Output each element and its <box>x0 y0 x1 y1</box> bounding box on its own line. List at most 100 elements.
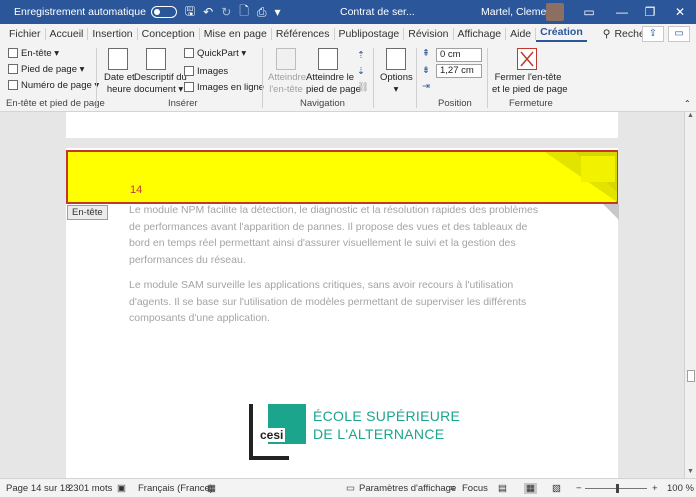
online-images-icon <box>184 82 194 93</box>
document-info-icon[interactable] <box>146 48 166 70</box>
avatar[interactable] <box>546 3 564 21</box>
page-number-field[interactable]: 14 <box>130 184 142 196</box>
ribbon-display-options-icon[interactable]: ▭ <box>575 0 603 24</box>
footer-from-bottom-input[interactable]: 1,27 cm <box>436 64 482 78</box>
options-button[interactable]: Options ▾ <box>380 72 413 96</box>
scroll-up-icon[interactable]: ▲ <box>687 112 694 119</box>
comments-icon[interactable]: ▭ <box>668 26 690 42</box>
footer-icon <box>8 64 18 75</box>
atteindre-pied-button[interactable]: Atteindre le pied de page <box>306 72 361 96</box>
group-separator <box>487 48 488 108</box>
word-count[interactable]: 2301 mots <box>68 483 112 494</box>
header-decoration <box>545 152 617 202</box>
group-label-position: Position <box>438 98 472 109</box>
atteindre-entete-button[interactable]: Atteindre l'en-tête <box>268 72 306 96</box>
goto-header-icon <box>276 48 296 70</box>
minimize-button[interactable]: — <box>608 0 636 24</box>
tab-affichage[interactable]: Affichage <box>454 28 507 40</box>
calendar-icon[interactable] <box>108 48 128 70</box>
status-bar: Page 14 sur 18 2301 mots ▣ Français (Fra… <box>0 478 696 497</box>
scroll-down-icon[interactable]: ▼ <box>687 468 694 475</box>
scrollbar-thumb[interactable] <box>687 370 695 382</box>
title-bar: Enregistrement automatique 🖫 ↶ ↻ 🗋 ⎙ ▾ C… <box>0 0 696 24</box>
zoom-slider-thumb[interactable] <box>616 484 619 493</box>
vertical-scrollbar[interactable]: ▲ ▼ <box>684 112 696 478</box>
share-icon[interactable]: ⇪ <box>642 26 664 42</box>
header-region[interactable] <box>66 150 618 204</box>
undo-icon[interactable]: ↶ <box>203 5 213 19</box>
body-paragraph: Le module NPM facilite la détection, le … <box>129 204 539 266</box>
accessibility-icon[interactable]: ▦ <box>207 483 216 494</box>
numero-de-page-dropdown[interactable]: Numéro de page ▾ <box>8 80 99 92</box>
insert-alignment-tab-icon[interactable]: ⇥ <box>422 81 430 93</box>
body-paragraph: Le module SAM surveille les applications… <box>129 279 527 324</box>
descriptif-document-button[interactable]: Descriptif du document ▾ <box>134 72 187 96</box>
header-icon <box>8 48 18 59</box>
page-number-icon <box>8 80 18 91</box>
redo-icon[interactable]: ↻ <box>221 5 231 19</box>
print-icon[interactable]: ⎙ <box>257 5 267 20</box>
document-icon[interactable]: 🗋 <box>239 2 249 23</box>
goto-footer-icon[interactable] <box>318 48 338 70</box>
page-corner-shadow <box>603 204 619 220</box>
search-icon: ⚲ <box>602 28 611 40</box>
proofing-icon[interactable]: ▣ <box>117 483 126 494</box>
group-label-navigation: Navigation <box>300 98 345 109</box>
group-label-inserer: Insérer <box>168 98 198 109</box>
focus-icon[interactable]: ⌗ <box>450 483 455 494</box>
group-label-entete: En-tête et pied de page <box>6 98 105 109</box>
images-button[interactable]: Images <box>184 66 228 78</box>
autosave-toggle[interactable] <box>150 6 177 18</box>
customize-toolbar-icon[interactable]: ▾ <box>275 5 281 19</box>
header-tag: En-tête <box>67 205 108 220</box>
tab-accueil[interactable]: Accueil <box>46 28 89 40</box>
display-settings-icon[interactable]: ▭ <box>346 483 355 494</box>
pied-de-page-dropdown[interactable]: Pied de page ▾ <box>8 64 84 76</box>
tab-mise-en-page[interactable]: Mise en page <box>200 28 272 40</box>
focus-button[interactable]: Focus <box>462 483 488 494</box>
zoom-in-icon[interactable]: + <box>652 483 658 494</box>
fermer-entete-button[interactable]: Fermer l'en-tête et le pied de page <box>492 72 568 96</box>
read-mode-icon[interactable]: ▤ <box>498 483 507 494</box>
print-layout-icon[interactable]: ▦ <box>524 483 537 494</box>
autosave-label: Enregistrement automatique <box>14 6 146 18</box>
document-title: Contrat de ser... <box>340 6 415 18</box>
close-button[interactable]: ✕ <box>666 0 694 24</box>
restore-button[interactable]: ❐ <box>636 0 664 24</box>
header-from-top-input[interactable]: 0 cm <box>436 48 482 62</box>
previous-page <box>66 112 618 138</box>
quickpart-dropdown[interactable]: QuickPart ▾ <box>184 48 246 60</box>
logo-mark <box>249 404 253 460</box>
date-heure-button[interactable]: Date et heure <box>104 72 135 96</box>
next-section-icon[interactable]: ⇣ <box>357 66 365 78</box>
tab-aide[interactable]: Aide <box>506 28 537 40</box>
user-name[interactable]: Martel, Clement <box>481 6 555 18</box>
zoom-level[interactable]: 100 % <box>667 483 694 494</box>
collapse-ribbon-icon[interactable]: ⌃ <box>684 98 691 110</box>
save-icon[interactable]: 🖫 <box>185 2 195 23</box>
options-icon[interactable] <box>386 48 406 70</box>
tab-fichier[interactable]: Fichier <box>5 28 46 40</box>
tab-creation[interactable]: Création <box>536 26 587 42</box>
language-indicator[interactable]: Français (France) <box>138 483 213 494</box>
tab-revision[interactable]: Révision <box>404 28 454 40</box>
footer-bottom-icon: ⇟ <box>422 65 430 76</box>
group-separator <box>96 48 97 108</box>
web-layout-icon[interactable]: ▧ <box>552 483 561 494</box>
tab-conception[interactable]: Conception <box>138 28 200 40</box>
tab-references[interactable]: Références <box>272 28 335 40</box>
entete-dropdown[interactable]: En-tête ▾ <box>8 48 59 60</box>
previous-section-icon[interactable]: ⇡ <box>357 50 365 62</box>
close-header-footer-icon[interactable] <box>517 48 537 70</box>
ribbon-tabs: Fichier Accueil Insertion Conception Mis… <box>0 24 696 44</box>
quickpart-icon <box>184 48 194 59</box>
zoom-out-icon[interactable]: − <box>576 483 582 494</box>
display-settings-button[interactable]: Paramètres d'affichage <box>359 483 456 494</box>
images-en-ligne-button[interactable]: Images en ligne <box>184 82 264 94</box>
document-area[interactable]: 14 En-tête Le module NPM facilite la dét… <box>0 112 684 478</box>
page-count[interactable]: Page 14 sur 18 <box>6 483 70 494</box>
group-separator <box>262 48 263 108</box>
link-previous-icon[interactable]: ⛓ <box>357 82 369 94</box>
tab-insertion[interactable]: Insertion <box>88 28 138 40</box>
tab-publipostage[interactable]: Publipostage <box>335 28 405 40</box>
